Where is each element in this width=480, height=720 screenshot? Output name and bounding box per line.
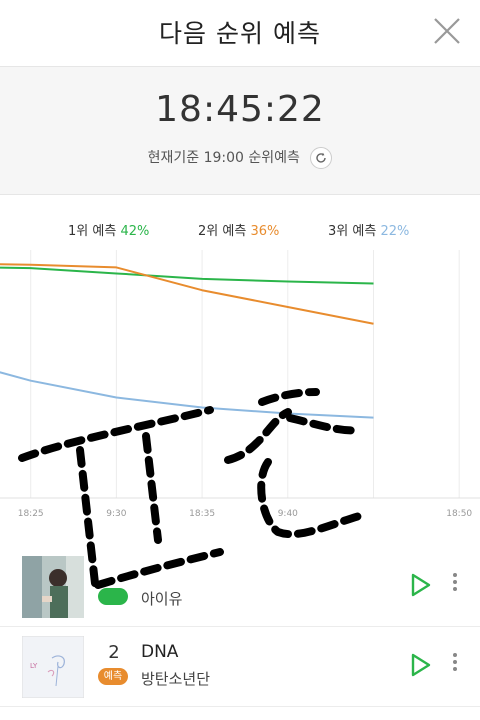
series-line-3 bbox=[0, 371, 374, 419]
refresh-icon[interactable] bbox=[310, 147, 333, 169]
basis-text: 현재기준 19:00 순위예측 bbox=[147, 150, 300, 166]
time-panel: 18:45:22 현재기준 19:00 순위예측 bbox=[0, 67, 480, 195]
x-tick-label: 18:35 bbox=[189, 509, 215, 519]
album-art bbox=[22, 556, 84, 618]
song-title: DNA bbox=[141, 642, 179, 662]
legend-item-1: 1위 예측 42% bbox=[68, 220, 149, 239]
status-badge bbox=[98, 588, 128, 605]
legend-item-2: 2위 예측 36% bbox=[198, 220, 279, 239]
artist-name: 방탄소년단 bbox=[141, 670, 211, 688]
x-tick-label: 18:25 bbox=[18, 509, 44, 519]
play-icon[interactable] bbox=[410, 572, 432, 598]
song-row-1[interactable]: 아이유 bbox=[0, 548, 480, 627]
rank-number: 2 bbox=[108, 642, 120, 663]
legend-item-3: 3위 예측 22% bbox=[328, 220, 409, 239]
legend-label: 1위 예측 bbox=[68, 224, 117, 239]
prediction-chart: 18:25 9:30 18:35 9:40 18:50 bbox=[0, 250, 480, 519]
song-row-2[interactable]: LY 2 예측 DNA 방탄소년단 bbox=[0, 628, 480, 707]
x-tick-label: 9:40 bbox=[278, 509, 298, 519]
svg-text:LY: LY bbox=[30, 662, 38, 670]
close-icon[interactable] bbox=[430, 14, 464, 48]
series-line-2 bbox=[0, 263, 374, 325]
status-badge: 예측 bbox=[98, 668, 128, 685]
legend-percent: 36% bbox=[250, 224, 280, 239]
x-tick-label: 18:50 bbox=[446, 509, 472, 519]
more-options-icon[interactable] bbox=[448, 650, 462, 680]
legend-label: 3위 예측 bbox=[328, 224, 377, 239]
prediction-basis: 현재기준 19:00 순위예측 bbox=[0, 147, 480, 169]
legend-label: 2위 예측 bbox=[198, 224, 247, 239]
header: 다음 순위 예측 bbox=[0, 0, 480, 67]
artist-name: 아이유 bbox=[141, 590, 183, 608]
legend-percent: 22% bbox=[380, 224, 410, 239]
more-options-icon[interactable] bbox=[448, 570, 462, 600]
play-icon[interactable] bbox=[410, 652, 432, 678]
series-line-1 bbox=[0, 266, 374, 285]
current-time: 18:45:22 bbox=[155, 89, 325, 130]
album-art: LY bbox=[21, 635, 85, 699]
page-title: 다음 순위 예측 bbox=[159, 19, 321, 48]
legend-percent: 42% bbox=[120, 224, 150, 239]
x-tick-label: 9:30 bbox=[106, 509, 126, 519]
